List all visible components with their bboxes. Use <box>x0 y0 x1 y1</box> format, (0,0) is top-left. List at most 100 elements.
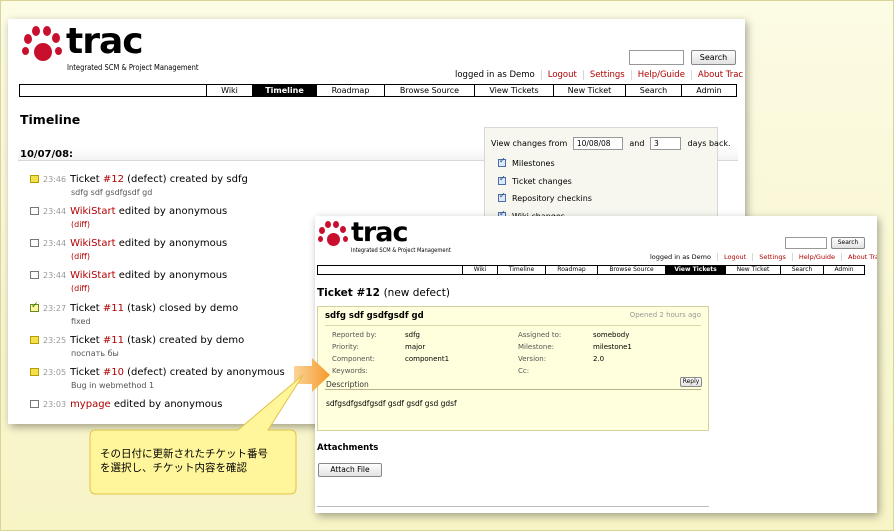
checkbox-checked-icon[interactable] <box>498 156 506 167</box>
nav-tab-wiki[interactable]: Wiki <box>206 85 252 96</box>
event-detail: sdfg sdf gsdfgsdf gd <box>71 188 153 197</box>
search-input[interactable] <box>785 237 827 249</box>
about-trac-link[interactable]: About Trac <box>690 70 745 80</box>
search-input[interactable] <box>629 50 684 65</box>
event-prefix: Ticket <box>70 303 103 314</box>
main-navigation: Wiki Timeline Roadmap Browse Source View… <box>317 265 865 275</box>
date-range-row: View changes from 10/08/08 and 3 days ba… <box>491 137 731 150</box>
logged-in-label: logged in as Demo <box>650 253 711 261</box>
divider <box>317 506 709 507</box>
event-description: edited by anonymous <box>115 206 228 217</box>
ticket-icon <box>30 175 39 183</box>
nav-tab-view-tickets[interactable]: View Tickets <box>665 266 725 274</box>
nav-tab-new-ticket[interactable]: New Ticket <box>553 85 625 96</box>
event-link[interactable]: WikiStart <box>70 238 115 249</box>
view-changes-label: View changes from <box>491 139 568 148</box>
nav-tab-browse-source[interactable]: Browse Source <box>384 85 474 96</box>
checkbox-checked-icon[interactable] <box>498 174 506 185</box>
ticket-window: trac Integrated SCM & Project Management… <box>315 216 877 513</box>
event-time: 23:44 <box>43 239 67 248</box>
nav-tab-admin[interactable]: Admin <box>681 85 736 96</box>
filter-ticket-changes[interactable]: Ticket changes <box>498 174 572 186</box>
filter-milestones[interactable]: Milestones <box>498 156 555 168</box>
ticket-opened-date[interactable]: Opened 2 hours ago <box>630 311 701 319</box>
event-prefix: Ticket <box>70 335 103 346</box>
help-guide-link[interactable]: Help/Guide <box>791 253 841 261</box>
timeline-event: 23:25 Ticket #11 (task) created by demo <box>30 335 244 346</box>
nav-tab-roadmap[interactable]: Roadmap <box>316 85 384 96</box>
ticket-icon <box>30 336 39 344</box>
wiki-icon <box>30 400 39 408</box>
trac-logo[interactable]: trac Integrated SCM & Project Management <box>318 219 451 254</box>
wiki-icon <box>30 239 39 247</box>
callout-text: その日付に更新されたチケット番号 を選択し、チケット内容を確認 <box>100 447 268 475</box>
diff-link[interactable]: (diff) <box>71 284 90 293</box>
timeline-event: 23:46 Ticket #12 (defect) created by sdfg <box>30 174 248 185</box>
description-heading: Description <box>326 380 369 389</box>
priority-label: Priority: <box>332 343 359 351</box>
attach-file-button[interactable]: Attach File <box>318 463 382 477</box>
cc-label: Cc: <box>518 367 530 375</box>
reply-button[interactable]: Reply <box>680 377 702 387</box>
nav-tab-admin[interactable]: Admin <box>823 266 864 274</box>
nav-tab-search[interactable]: Search <box>780 266 823 274</box>
wiki-icon <box>30 271 39 279</box>
about-trac-link[interactable]: About Trac <box>841 253 877 261</box>
settings-link[interactable]: Settings <box>752 253 792 261</box>
logged-in-label: logged in as Demo <box>455 70 535 80</box>
logout-link[interactable]: Logout <box>540 70 583 80</box>
event-link[interactable]: WikiStart <box>70 270 115 281</box>
filter-repository-checkins[interactable]: Repository checkins <box>498 191 592 203</box>
nav-tab-search[interactable]: Search <box>625 85 681 96</box>
event-prefix: Ticket <box>70 174 103 185</box>
nav-tab-wiki[interactable]: Wiki <box>462 266 497 274</box>
nav-tab-new-ticket[interactable]: New Ticket <box>725 266 780 274</box>
search-button[interactable]: Search <box>831 237 865 249</box>
event-link[interactable]: #12 <box>103 174 124 185</box>
nav-tab-view-tickets[interactable]: View Tickets <box>474 85 553 96</box>
trac-logo[interactable]: trac Integrated SCM & Project Management <box>22 21 199 72</box>
ticket-icon <box>30 368 39 376</box>
event-detail: поспать бы <box>71 349 119 358</box>
event-link[interactable]: #11 <box>103 335 124 346</box>
assigned-to-value: somebody <box>593 331 630 339</box>
event-link[interactable]: WikiStart <box>70 206 115 217</box>
nav-tab-timeline[interactable]: Timeline <box>252 85 316 96</box>
reported-by-value: sdfg <box>405 331 420 339</box>
nav-tab-browse-source[interactable]: Browse Source <box>597 266 665 274</box>
timeline-event: 23:44 WikiStart edited by anonymous <box>30 270 227 281</box>
closed-ticket-icon <box>30 301 39 312</box>
logo-subtitle: Integrated SCM & Project Management <box>67 63 199 72</box>
event-link[interactable]: #11 <box>103 303 124 314</box>
nav-tab-roadmap[interactable]: Roadmap <box>545 266 597 274</box>
assigned-to-label: Assigned to: <box>518 331 562 339</box>
from-date-input[interactable]: 10/08/08 <box>572 137 623 150</box>
event-time: 23:27 <box>43 304 67 313</box>
timeline-event: 23:27Ticket #11 (task) closed by demo <box>30 301 239 314</box>
callout-bubble <box>89 374 304 495</box>
nav-tab-timeline[interactable]: Timeline <box>497 266 545 274</box>
callout-line-1: その日付に更新されたチケット番号 <box>100 448 268 460</box>
divider <box>325 389 701 390</box>
ticket-status: (new defect) <box>383 287 450 299</box>
paw-icon <box>318 220 349 253</box>
logo-subtitle: Integrated SCM & Project Management <box>351 248 451 254</box>
logout-link[interactable]: Logout <box>716 253 752 261</box>
page-title: Ticket #12 (new defect) <box>317 287 450 299</box>
event-time: 23:05 <box>43 368 67 377</box>
ticket-description: sdfgsdfgsdfgsdf gsdf gsdf gsd gdsf <box>326 399 457 408</box>
event-description: (task) closed by demo <box>123 303 239 314</box>
event-time: 23:46 <box>43 175 67 184</box>
settings-link[interactable]: Settings <box>582 70 631 80</box>
page-title: Timeline <box>20 112 81 127</box>
days-back-input[interactable]: 3 <box>650 137 681 150</box>
help-guide-link[interactable]: Help/Guide <box>630 70 691 80</box>
diff-link[interactable]: (diff) <box>71 220 90 229</box>
search-button[interactable]: Search <box>691 50 736 65</box>
logo-wordmark: trac <box>66 21 144 62</box>
diff-link[interactable]: (diff) <box>71 252 90 261</box>
reported-by-label: Reported by: <box>332 331 377 339</box>
checkbox-checked-icon[interactable] <box>498 191 506 202</box>
event-description: (defect) created by sdfg <box>123 174 248 185</box>
